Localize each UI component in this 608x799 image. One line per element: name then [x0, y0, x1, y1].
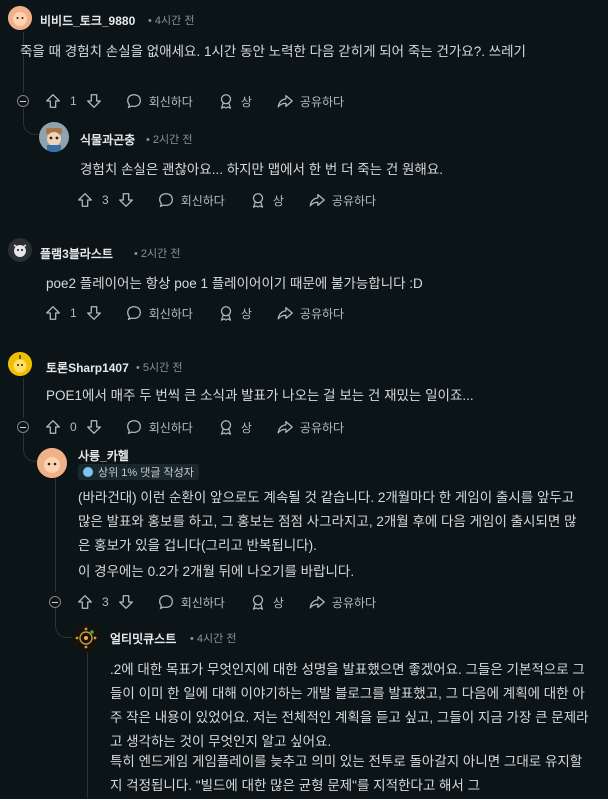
comment-actions: 3 회신하다 상 공유하다 — [76, 592, 376, 612]
avatar[interactable] — [39, 122, 69, 152]
reply-button[interactable]: 회신하다 — [157, 191, 225, 209]
comment-body: 죽을 때 경험치 손실을 없애세요. 1시간 동안 노력한 다음 갇히게 되어 … — [20, 44, 526, 59]
comment-timestamp: • 4시간 전 — [148, 15, 195, 27]
downvote-button[interactable] — [85, 92, 103, 110]
thread-elbow — [23, 433, 38, 462]
reply-icon — [125, 92, 143, 110]
comment-username[interactable]: 식물과곤충 — [80, 131, 135, 148]
collapse-thread-button[interactable] — [49, 596, 61, 608]
reply-button[interactable]: 회신하다 — [157, 593, 225, 611]
comment-actions: 3 회신하다 상 공유하다 — [76, 190, 376, 210]
share-icon — [276, 418, 294, 436]
award-icon — [217, 418, 235, 436]
award-button[interactable]: 상 — [217, 418, 252, 436]
avatar[interactable] — [8, 6, 32, 30]
comment-username[interactable]: 비비드_토크_9880 — [40, 12, 135, 29]
downvote-button[interactable] — [117, 191, 135, 209]
comment-actions: 1 회신하다 상 공유하다 — [44, 303, 344, 323]
share-icon — [308, 191, 326, 209]
thread-elbow — [23, 108, 38, 135]
reply-button[interactable]: 회신하다 — [125, 304, 193, 322]
upvote-icon — [44, 304, 62, 322]
collapse-thread-button[interactable] — [17, 421, 29, 433]
upvote-icon — [44, 418, 62, 436]
upvote-button[interactable] — [44, 92, 62, 110]
comment-actions: 0 회신하다 상 공유하다 — [44, 417, 344, 437]
vote-count: 3 — [102, 193, 109, 207]
share-icon — [308, 593, 326, 611]
thread-line — [55, 478, 56, 592]
downvote-icon — [85, 418, 103, 436]
upvote-button[interactable] — [76, 191, 94, 209]
share-button[interactable]: 공유하다 — [308, 191, 376, 209]
avatar[interactable] — [37, 448, 67, 478]
reply-icon — [125, 304, 143, 322]
share-button[interactable]: 공유하다 — [308, 593, 376, 611]
avatar[interactable] — [8, 352, 32, 376]
upvote-button[interactable] — [76, 593, 94, 611]
collapse-thread-button[interactable] — [17, 95, 29, 107]
comment-body: .2에 대한 목표가 무엇인지에 대한 성명을 발표했으면 좋겠어요. 그들은 … — [110, 662, 589, 749]
comment-body: (바라건대) 이런 순환이 앞으로도 계속될 것 같습니다. 2개월마다 한 게… — [78, 490, 577, 553]
award-icon — [217, 304, 235, 322]
flair-icon — [83, 467, 93, 477]
share-button[interactable]: 공유하다 — [276, 92, 344, 110]
avatar[interactable] — [8, 238, 32, 262]
comment-timestamp: • 5시간 전 — [136, 362, 183, 374]
comment-body: 경험치 손실은 괜찮아요... 하지만 맵에서 한 번 더 죽는 건 원해요. — [80, 162, 444, 177]
downvote-button[interactable] — [85, 304, 103, 322]
top-commenter-flair: 상위 1% 댓글 작성자 — [78, 464, 199, 480]
vote-count: 3 — [102, 595, 109, 609]
thread-elbow — [55, 607, 72, 638]
comment-timestamp: • 4시간 전 — [190, 633, 237, 645]
share-icon — [276, 304, 294, 322]
comment-username[interactable]: 토론Sharp1407 — [46, 359, 129, 376]
award-icon — [249, 191, 267, 209]
comment-body: POE1에서 매주 두 번씩 큰 소식과 발표가 나오는 걸 보는 건 재밌는 … — [46, 388, 474, 403]
share-button[interactable]: 공유하다 — [276, 304, 344, 322]
upvote-button[interactable] — [44, 304, 62, 322]
reply-icon — [125, 418, 143, 436]
reply-icon — [157, 593, 175, 611]
comment-body: 이 경우에는 0.2가 2개월 뒤에 나오기를 바랍니다. — [78, 564, 355, 579]
comment-actions: 1 회신하다 상 공유하다 — [44, 91, 344, 111]
award-button[interactable]: 상 — [217, 92, 252, 110]
comment-username[interactable]: 얼티밋큐스트 — [110, 630, 176, 647]
award-icon — [217, 92, 235, 110]
award-button[interactable]: 상 — [249, 191, 284, 209]
avatar[interactable] — [72, 624, 100, 652]
vote-count: 1 — [70, 306, 77, 320]
reply-icon — [157, 191, 175, 209]
share-button[interactable]: 공유하다 — [276, 418, 344, 436]
downvote-icon — [85, 92, 103, 110]
comment-username[interactable]: 사릉_카헬 — [78, 447, 129, 464]
award-button[interactable]: 상 — [249, 593, 284, 611]
share-icon — [276, 92, 294, 110]
thread-line — [23, 378, 24, 418]
upvote-icon — [76, 593, 94, 611]
upvote-icon — [44, 92, 62, 110]
downvote-button[interactable] — [85, 418, 103, 436]
reply-button[interactable]: 회신하다 — [125, 92, 193, 110]
award-icon — [249, 593, 267, 611]
comment-body: poe2 플레이어는 항상 poe 1 플레이어이기 때문에 불가능합니다 :D — [46, 276, 423, 291]
comment-timestamp: • 2시간 전 — [134, 248, 181, 260]
vote-count: 1 — [70, 94, 77, 108]
upvote-button[interactable] — [44, 418, 62, 436]
downvote-icon — [117, 191, 135, 209]
reply-button[interactable]: 회신하다 — [125, 418, 193, 436]
downvote-button[interactable] — [117, 593, 135, 611]
downvote-icon — [85, 304, 103, 322]
award-button[interactable]: 상 — [217, 304, 252, 322]
comment-username[interactable]: 플램3블라스트 — [40, 245, 113, 262]
vote-count: 0 — [70, 420, 77, 434]
comment-timestamp: • 2시간 전 — [146, 134, 193, 146]
upvote-icon — [76, 191, 94, 209]
thread-line — [87, 652, 88, 799]
downvote-icon — [117, 593, 135, 611]
comment-body: 특히 엔드게임 게임플레이를 늦추고 의미 있는 전투로 돌아갈지 아니면 그대… — [110, 754, 583, 793]
